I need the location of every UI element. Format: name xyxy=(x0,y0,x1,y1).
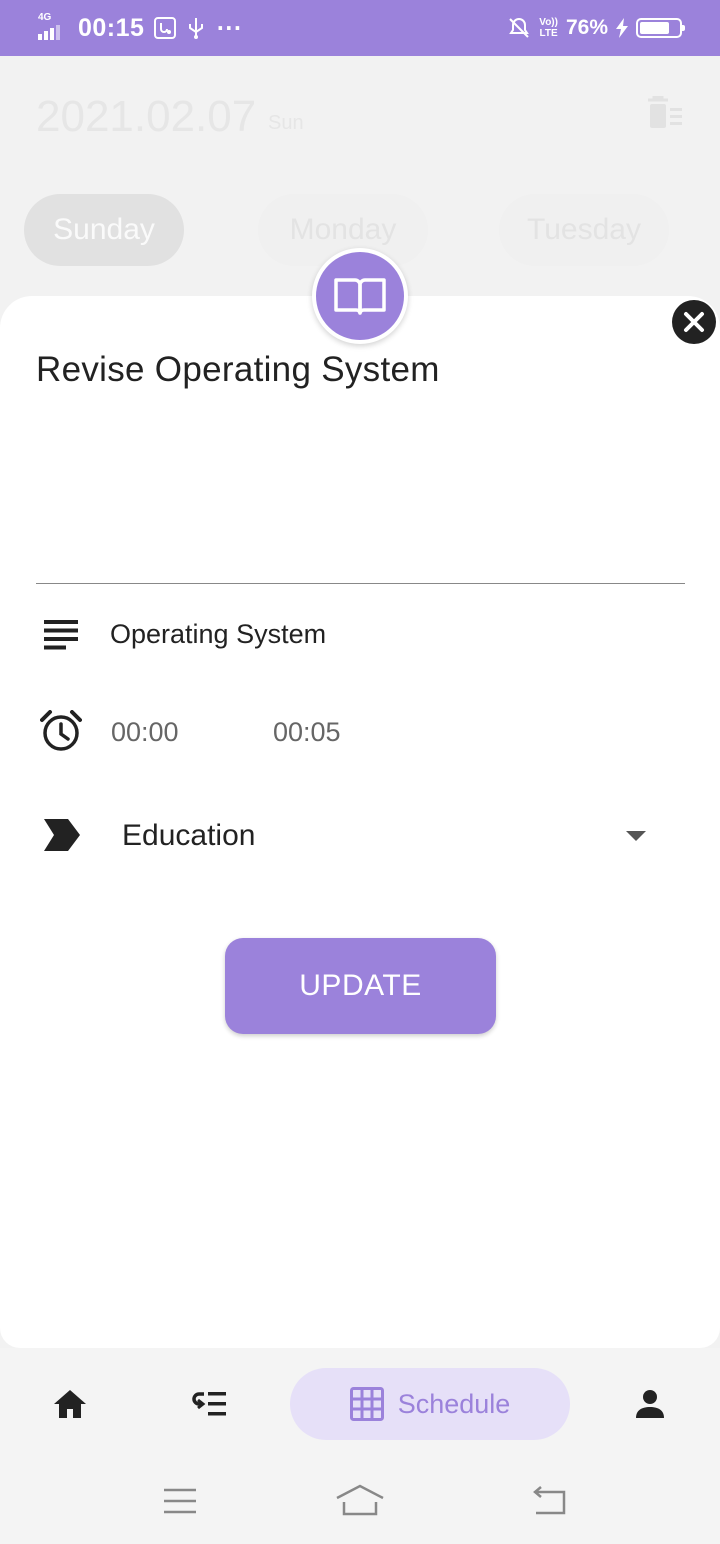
delete-list-icon[interactable] xyxy=(646,96,682,130)
volte-bottom: LTE xyxy=(539,28,558,39)
alarm-clock-icon xyxy=(40,710,82,752)
nav-tasks[interactable] xyxy=(180,1378,240,1430)
battery-icon xyxy=(636,18,685,38)
system-back-button[interactable] xyxy=(518,1478,578,1524)
volte-indicator: Vo)) LTE xyxy=(539,17,558,39)
nav-profile[interactable] xyxy=(620,1378,680,1430)
start-time-field[interactable]: 00:00 xyxy=(111,717,179,748)
category-label-icon xyxy=(40,814,82,856)
dropdown-arrow-icon xyxy=(626,831,646,841)
nav-schedule-label: Schedule xyxy=(397,1388,511,1419)
status-bar: 4G 00:15 ··· Vo)) LTE 76% xyxy=(0,0,720,56)
menu-lines-icon xyxy=(164,1488,196,1514)
nav-home[interactable] xyxy=(40,1378,100,1430)
close-button[interactable] xyxy=(672,300,716,344)
system-home-icon xyxy=(336,1484,384,1516)
system-home-button[interactable] xyxy=(330,1478,390,1524)
category-selected-value: Education xyxy=(122,819,256,852)
mute-icon xyxy=(509,17,530,38)
day-tab-tuesday[interactable]: Tuesday xyxy=(499,194,669,266)
schedule-day-short: Sun xyxy=(268,112,304,134)
volte-top: Vo)) xyxy=(539,17,558,28)
end-time-field[interactable]: 00:05 xyxy=(273,717,341,748)
network-type: 4G xyxy=(38,12,52,23)
home-icon xyxy=(54,1390,86,1418)
task-list-icon xyxy=(192,1392,226,1416)
signal-icon: 4G xyxy=(38,12,68,42)
person-icon xyxy=(636,1390,664,1418)
update-button[interactable]: UPDATE xyxy=(225,938,496,1034)
subject-input[interactable]: Operating System xyxy=(110,619,326,650)
day-tab-sunday[interactable]: Sunday xyxy=(24,194,184,266)
back-arrow-icon xyxy=(533,1486,566,1515)
status-time: 00:15 xyxy=(78,13,145,42)
nav-schedule[interactable]: Schedule xyxy=(290,1368,570,1440)
close-icon xyxy=(684,312,704,332)
charging-icon xyxy=(616,18,628,38)
more-notifications-icon: ··· xyxy=(216,16,243,40)
bottom-navigation: Schedule xyxy=(0,1348,720,1458)
usb-settings-icon xyxy=(154,17,177,39)
title-underline xyxy=(36,583,685,584)
notes-icon xyxy=(40,614,82,656)
usb-icon xyxy=(189,18,204,39)
system-navigation-bar xyxy=(0,1458,720,1544)
task-title-input[interactable]: Revise Operating System xyxy=(36,350,440,390)
recent-apps-button[interactable] xyxy=(150,1478,210,1524)
schedule-grid-icon xyxy=(349,1387,384,1421)
category-dropdown[interactable]: Education xyxy=(110,806,670,866)
battery-percent: 76% xyxy=(565,16,608,39)
book-icon xyxy=(312,248,408,344)
schedule-date: 2021.02.07 xyxy=(36,92,257,141)
